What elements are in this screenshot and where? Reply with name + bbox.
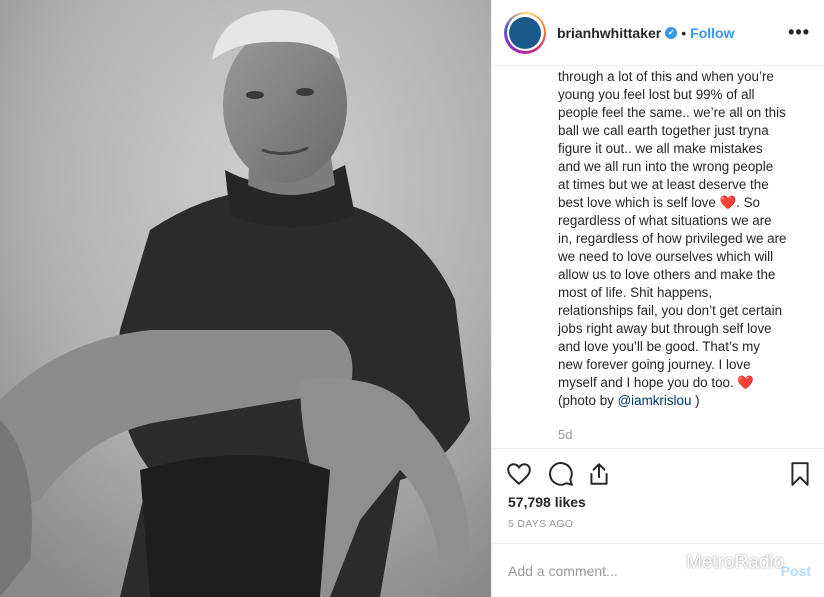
caption-line: allow us to love others and make the [558, 267, 776, 282]
caption-line: and love you’ll be good. That’s my [558, 339, 760, 354]
post-date[interactable]: 5 DAYS AGO [508, 518, 573, 530]
caption-line: new forever going journey. I love [558, 357, 751, 372]
post-caption: through a lot of this and when you’re yo… [558, 68, 816, 410]
username-link[interactable]: brianhwhittaker [557, 25, 661, 41]
caption-line: people feel the same.. we’re all on this [558, 105, 786, 120]
action-bar [492, 448, 824, 496]
post-photo[interactable] [0, 0, 491, 597]
caption-line: ball we call earth together just tryna [558, 123, 769, 138]
mention-link[interactable]: @iamkrislou [618, 393, 692, 408]
follow-button[interactable]: Follow [690, 25, 734, 41]
caption-line: through a lot of this and when you’re [558, 69, 774, 84]
heart-icon[interactable] [506, 461, 532, 487]
bookmark-icon[interactable] [787, 461, 813, 487]
caption-line: young you feel lost but 99% of all [558, 87, 755, 102]
photo-credit-line: (photo by @iamkrislou ) [558, 392, 816, 410]
caption-line: jobs right away but through self love [558, 321, 772, 336]
portrait-illustration [0, 0, 491, 597]
post-header: brianhwhittaker ✓ • Follow ••• [492, 0, 824, 66]
wechat-icon [654, 553, 679, 572]
avatar-story-ring[interactable] [504, 11, 546, 54]
caption-timestamp[interactable]: 5d [558, 427, 572, 442]
watermark-text: MetroRadio [686, 552, 785, 573]
photo-credit-prefix: (photo by [558, 393, 618, 408]
caption-line: most of life. Shit happens, [558, 285, 713, 300]
caption-line: myself and I hope you do too. ❤️ [558, 375, 755, 390]
avatar-gap [506, 14, 544, 51]
share-icon[interactable] [586, 461, 612, 487]
caption-line: best love which is self love ❤️. So [558, 195, 760, 210]
likes-count[interactable]: 57,798 likes [508, 494, 586, 510]
separator-dot: • [681, 24, 687, 41]
photo-credit-suffix: ) [691, 393, 700, 408]
post-side-panel: brianhwhittaker ✓ • Follow ••• through a… [491, 0, 824, 597]
caption-line: in, regardless of how privileged we are [558, 231, 787, 246]
post-comment-button[interactable]: Post [781, 563, 811, 579]
caption-line: and we all run into the wrong people [558, 159, 774, 174]
caption-line: at times but we at least deserve the [558, 177, 769, 192]
caption-line: we need to love ourselves which will [558, 249, 774, 264]
comment-icon[interactable] [548, 461, 574, 487]
more-options-icon[interactable]: ••• [788, 22, 810, 43]
verified-badge-icon: ✓ [665, 26, 678, 39]
caption-line: figure it out.. we all make mistakes [558, 141, 763, 156]
avatar[interactable] [509, 16, 541, 49]
caption-line: regardless of what situations we are [558, 213, 772, 228]
caption-line: relationships fail, you don’t get certai… [558, 303, 783, 318]
watermark: MetroRadio [654, 552, 784, 574]
